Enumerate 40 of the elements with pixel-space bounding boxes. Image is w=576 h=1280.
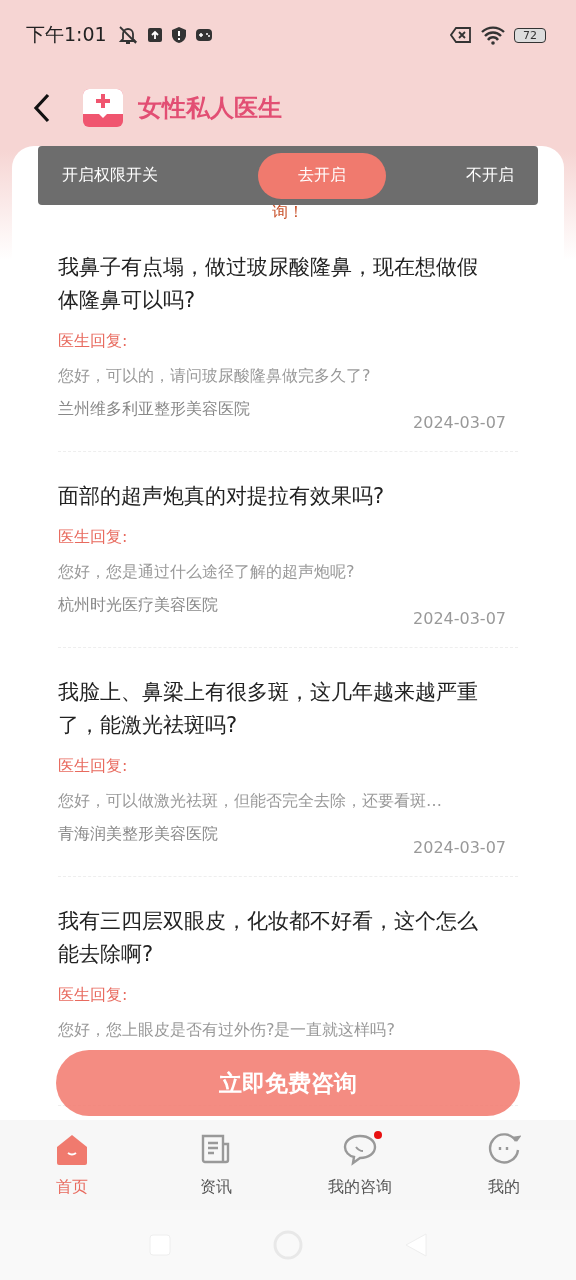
question-date: 2024-03-07 (413, 413, 506, 433)
sim-off-icon (450, 26, 472, 44)
decline-button[interactable]: 不开启 (466, 165, 514, 186)
gamepad-icon (194, 28, 213, 42)
tab-item[interactable]: 首页 (0, 1120, 144, 1210)
toast-message: 开启权限开关 (62, 165, 159, 186)
question-date: 2024-03-07 (413, 838, 506, 858)
tab-item[interactable]: 资讯 (144, 1120, 288, 1210)
hospital-name: 兰州维多利亚整形美容医院 (58, 399, 250, 420)
chat-bubble-icon (342, 1132, 378, 1167)
reply-label: 医生回复: (58, 756, 129, 777)
house-icon (55, 1132, 89, 1167)
hospital-name: 青海润美整形美容医院 (58, 824, 218, 845)
answer-text: 您好，可以的，请问玻尿酸隆鼻做完多久了? (58, 366, 372, 387)
app-logo-icon (82, 88, 124, 128)
shield-icon (170, 26, 187, 44)
question-title: 我鼻子有点塌，做过玻尿酸隆鼻，现在想做假体隆鼻可以吗? (58, 254, 479, 314)
back-icon[interactable] (32, 93, 52, 123)
answer-text: 您好，可以做激光祛斑，但能否完全去除，还要看斑… (58, 791, 443, 812)
mute-icon (116, 24, 139, 46)
reply-label: 医生回复: (58, 527, 129, 548)
wifi-icon (480, 25, 506, 45)
question-date: 2024-03-07 (413, 609, 506, 629)
enable-button[interactable]: 去开启 (258, 152, 386, 199)
reply-label: 医生回复: (58, 985, 129, 1006)
battery-indicator: 72 (514, 27, 546, 43)
question-title: 我脸上、鼻梁上有很多斑，这几年越来越严重了，能激光祛斑吗? (58, 679, 479, 739)
question-title: 面部的超声炮真的对提拉有效果吗? (58, 483, 386, 510)
hospital-name: 杭州时光医疗美容医院 (58, 595, 218, 616)
tab-item[interactable]: 我的咨询 (288, 1120, 432, 1210)
reply-label: 医生回复: (58, 331, 129, 352)
notice-text: 询！ (272, 202, 304, 221)
app-title: 女性私人医生 (138, 93, 282, 124)
status-time: 下午1:01 (26, 22, 107, 47)
smiley-face-icon (487, 1132, 521, 1167)
question-title: 我有三四层双眼皮，化妆都不好看，这个怎么能去除啊? (58, 908, 479, 968)
answer-text: 您好，您上眼皮是否有过外伤?是一直就这样吗? (58, 1020, 396, 1041)
tab-item[interactable]: 我的 (432, 1120, 576, 1210)
answer-text: 您好，您是通过什么途径了解的超声炮呢? (58, 562, 356, 583)
upload-icon (146, 27, 163, 43)
